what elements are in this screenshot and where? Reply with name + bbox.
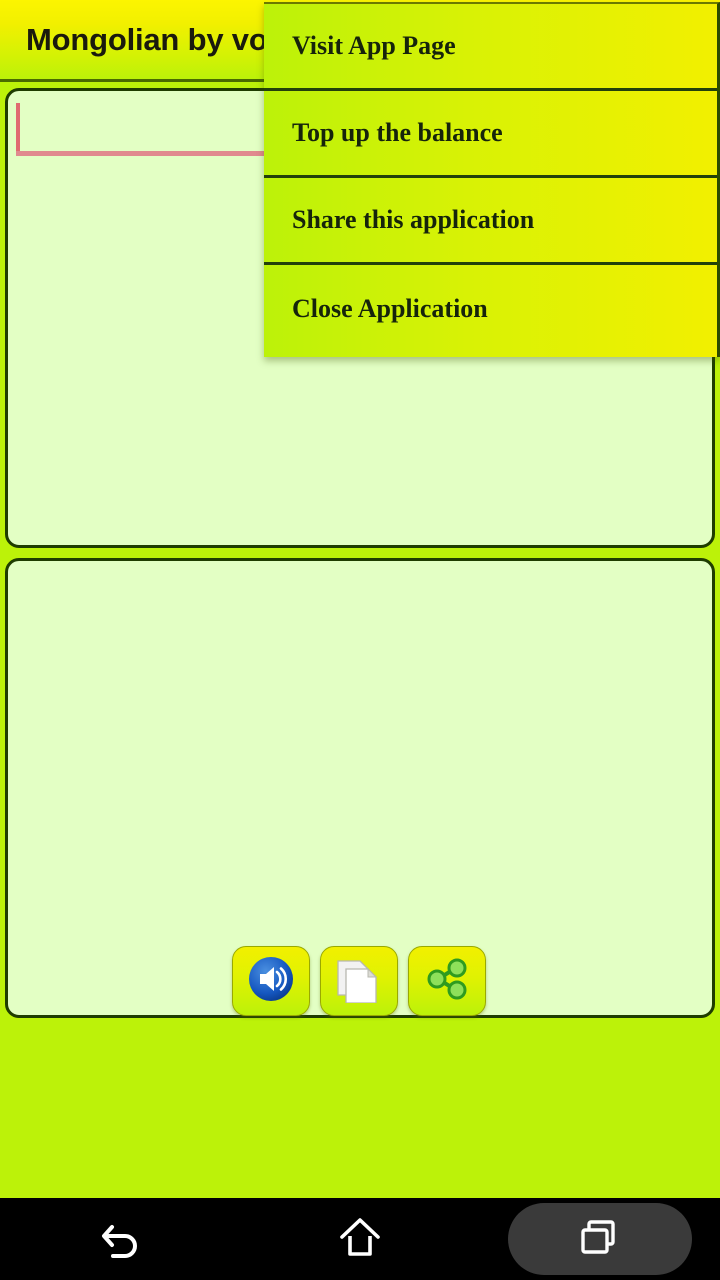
menu-item-visit-app-page[interactable]: Visit App Page (264, 4, 717, 91)
nav-home-button[interactable] (240, 1198, 480, 1280)
app-screen: Mongolian by voice Visit App Page Top up… (0, 0, 720, 1280)
copy-icon (336, 955, 382, 1008)
menu-item-label: Close Application (292, 293, 488, 323)
overflow-menu: Visit App Page Top up the balance Share … (264, 2, 720, 357)
nav-recents-highlight (508, 1203, 692, 1275)
result-toolbar (232, 946, 486, 1016)
menu-item-share-application[interactable]: Share this application (264, 178, 717, 265)
back-arrow-icon (92, 1209, 148, 1270)
menu-item-label: Share this application (292, 205, 535, 234)
input-underline (16, 151, 264, 156)
speaker-icon (246, 954, 296, 1009)
menu-item-close-application[interactable]: Close Application (264, 265, 717, 352)
copy-button[interactable] (320, 946, 398, 1016)
share-button[interactable] (408, 946, 486, 1016)
text-caret (16, 103, 20, 155)
menu-item-top-up-balance[interactable]: Top up the balance (264, 91, 717, 178)
recents-icon (575, 1212, 625, 1267)
speak-button[interactable] (232, 946, 310, 1016)
share-icon (424, 956, 470, 1007)
menu-item-label: Visit App Page (292, 31, 456, 60)
nav-back-button[interactable] (0, 1198, 240, 1280)
android-navigation-bar (0, 1198, 720, 1280)
nav-recents-button[interactable] (480, 1198, 720, 1280)
translated-text-panel[interactable] (5, 558, 715, 1018)
menu-item-label: Top up the balance (292, 118, 503, 147)
home-icon (332, 1209, 388, 1270)
